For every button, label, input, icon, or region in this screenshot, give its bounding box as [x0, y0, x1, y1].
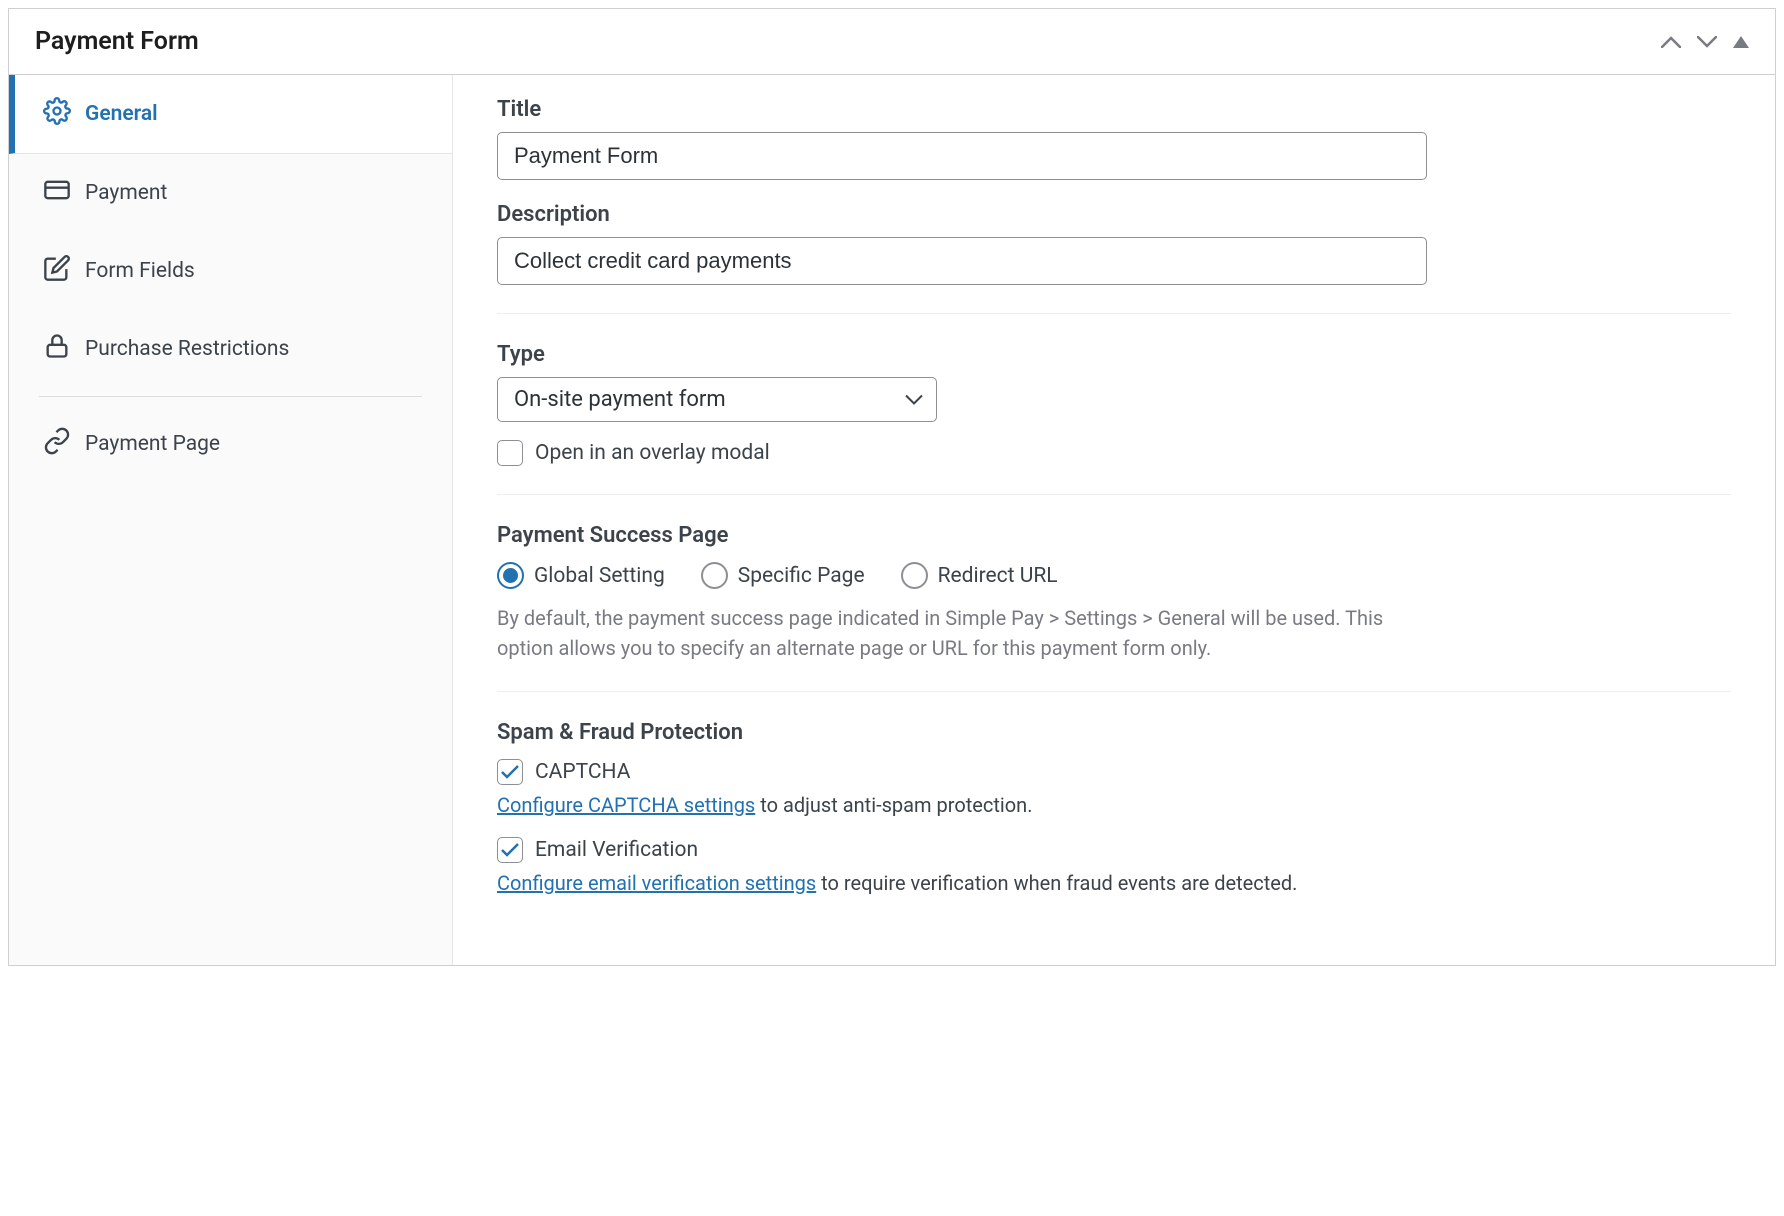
overlay-checkbox-label: Open in an overlay modal [535, 441, 770, 465]
field-type: Type On-site payment form Open in an ove… [497, 342, 1731, 466]
radio-global-setting[interactable]: Global Setting [497, 562, 665, 589]
success-heading: Payment Success Page [497, 523, 1731, 548]
triangle-up-icon[interactable] [1733, 36, 1749, 48]
radio-input [701, 562, 728, 589]
captcha-description: Configure CAPTCHA settings to adjust ant… [497, 793, 1731, 817]
type-label: Type [497, 342, 1731, 367]
spam-heading: Spam & Fraud Protection [497, 720, 1731, 745]
field-title: Title [497, 97, 1731, 180]
email-verification-block: Email Verification Configure email verif… [497, 837, 1731, 895]
sidebar-item-payment-page[interactable]: Payment Page [9, 405, 452, 483]
title-label: Title [497, 97, 1731, 122]
title-input[interactable] [497, 132, 1427, 180]
sidebar-item-general[interactable]: General [9, 75, 452, 154]
radio-input [497, 562, 524, 589]
gear-icon [43, 97, 71, 131]
credit-card-icon [43, 176, 71, 210]
chevron-down-icon[interactable] [1697, 36, 1717, 48]
sidebar-item-label: Purchase Restrictions [85, 337, 289, 361]
panel-header: Payment Form [9, 9, 1775, 75]
sidebar-item-label: Payment Page [85, 432, 220, 456]
sidebar-item-label: Form Fields [85, 259, 195, 283]
section-success-page: Payment Success Page Global Setting Spec… [497, 523, 1731, 692]
section-basic: Title Description [497, 97, 1731, 314]
email-checkbox-row: Email Verification [497, 837, 1731, 863]
success-radio-group: Global Setting Specific Page Redirect UR… [497, 562, 1731, 589]
panel-controls [1661, 36, 1749, 48]
type-select[interactable]: On-site payment form [497, 377, 937, 422]
radio-label: Global Setting [534, 564, 665, 588]
captcha-checkbox-label: CAPTCHA [535, 760, 630, 784]
sidebar-item-purchase-restrictions[interactable]: Purchase Restrictions [9, 310, 452, 388]
description-label: Description [497, 202, 1731, 227]
email-checkbox-label: Email Verification [535, 838, 698, 862]
sidebar-item-form-fields[interactable]: Form Fields [9, 232, 452, 310]
panel-body: General Payment Form Fields Purchase Res… [9, 75, 1775, 965]
success-help-text: By default, the payment success page ind… [497, 603, 1427, 663]
radio-label: Specific Page [738, 564, 865, 588]
chevron-up-icon[interactable] [1661, 36, 1681, 48]
radio-specific-page[interactable]: Specific Page [701, 562, 865, 589]
section-type: Type On-site payment form Open in an ove… [497, 342, 1731, 495]
panel-title: Payment Form [35, 27, 199, 56]
configure-email-link[interactable]: Configure email verification settings [497, 871, 816, 895]
description-input[interactable] [497, 237, 1427, 285]
field-description: Description [497, 202, 1731, 285]
edit-icon [43, 254, 71, 288]
main-content: Title Description Type On-site payment f… [453, 75, 1775, 965]
sidebar: General Payment Form Fields Purchase Res… [9, 75, 453, 965]
captcha-checkbox-row: CAPTCHA [497, 759, 1731, 785]
radio-label: Redirect URL [938, 564, 1058, 588]
lock-icon [43, 332, 71, 366]
email-description: Configure email verification settings to… [497, 871, 1731, 895]
sidebar-item-payment[interactable]: Payment [9, 154, 452, 232]
captcha-checkbox[interactable] [497, 759, 523, 785]
link-icon [43, 427, 71, 461]
captcha-block: CAPTCHA Configure CAPTCHA settings to ad… [497, 759, 1731, 817]
sidebar-item-label: General [85, 102, 158, 126]
sidebar-item-label: Payment [85, 181, 167, 205]
payment-form-panel: Payment Form General [8, 8, 1776, 966]
radio-redirect-url[interactable]: Redirect URL [901, 562, 1058, 589]
overlay-checkbox-row: Open in an overlay modal [497, 440, 1731, 466]
captcha-tail-text: to adjust anti-spam protection. [755, 793, 1032, 817]
section-spam-protection: Spam & Fraud Protection CAPTCHA Configur… [497, 720, 1731, 943]
overlay-checkbox[interactable] [497, 440, 523, 466]
email-tail-text: to require verification when fraud event… [816, 871, 1297, 895]
radio-input [901, 562, 928, 589]
type-select-value: On-site payment form [497, 377, 937, 422]
configure-captcha-link[interactable]: Configure CAPTCHA settings [497, 793, 755, 817]
email-verification-checkbox[interactable] [497, 837, 523, 863]
sidebar-divider [39, 396, 422, 397]
